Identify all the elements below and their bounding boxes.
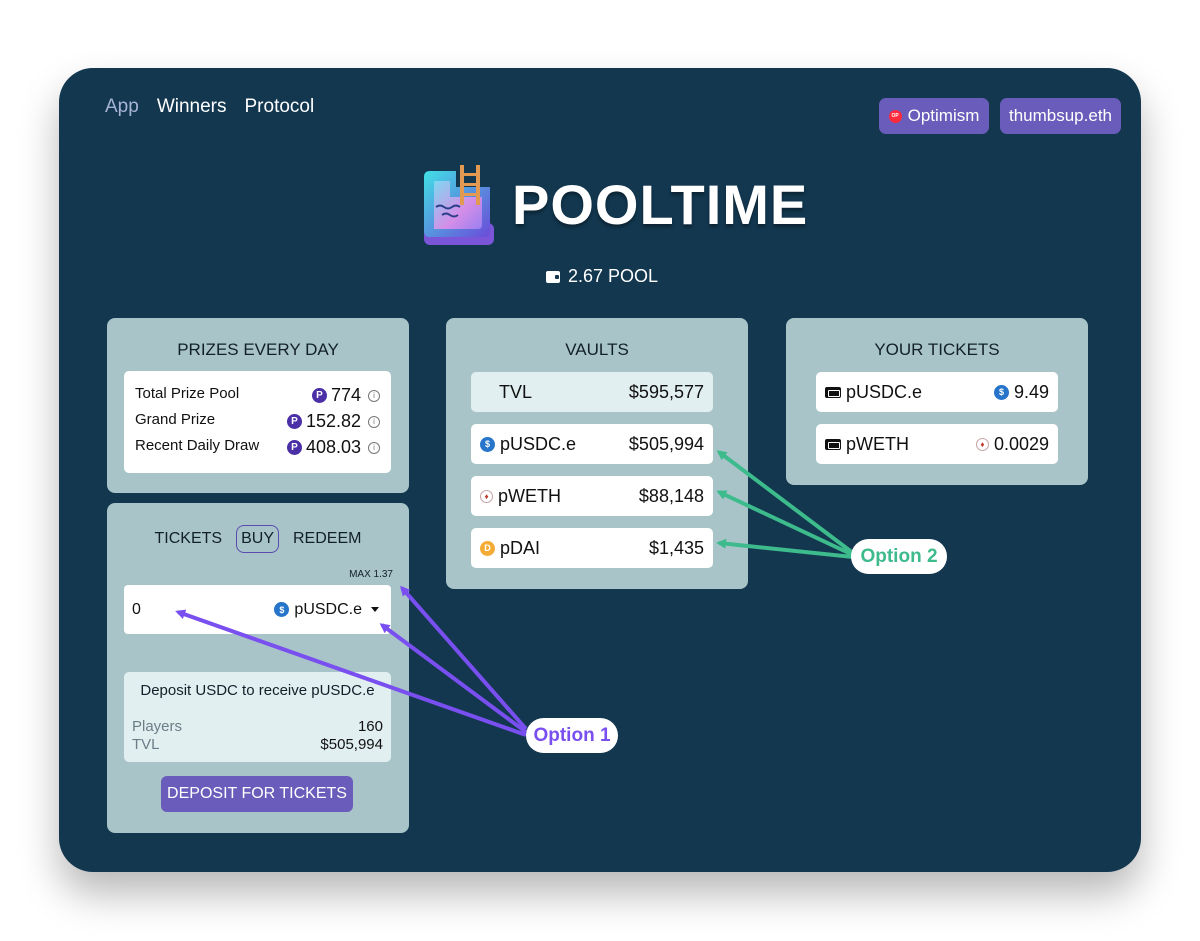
ticket-icon [825, 386, 841, 398]
amount-input[interactable]: 0 $ pUSDC.e [124, 585, 391, 634]
max-button[interactable]: MAX 1.37 [349, 569, 393, 580]
network-label: Optimism [907, 106, 980, 125]
ticket-amount: 0.0029 [993, 433, 1049, 454]
vault-value: $505,994 [628, 433, 704, 454]
tvl-value: $505,994 [320, 736, 383, 753]
vault-value: $1,435 [648, 537, 704, 558]
vault-token: pUSDC.e [500, 433, 577, 454]
ticket-tabs: TICKETS BUY REDEEM [107, 525, 409, 553]
nav-app-link[interactable]: App [105, 96, 139, 118]
players-label: Players [132, 718, 183, 735]
usdc-coin-icon: $ [993, 384, 1009, 400]
tab-redeem[interactable]: REDEEM [293, 530, 361, 548]
vault-value: $88,148 [638, 485, 704, 506]
brand-title: POOLTIME [512, 173, 809, 236]
ticket-token: pUSDC.e [846, 381, 923, 402]
prize-value: 408.03 [305, 437, 361, 457]
tab-tickets: TICKETS [154, 530, 223, 547]
your-tickets-card: YOUR TICKETS pUSDC.e $ 9.49 pWETH ♦ 0.00… [786, 318, 1088, 485]
prizes-title: PRIZES EVERY DAY [177, 340, 339, 359]
account-button[interactable]: thumbsup.eth [1000, 98, 1121, 134]
prize-row-daily: Recent Daily Draw P 408.03 i [135, 437, 380, 458]
vaults-title: VAULTS [565, 340, 629, 359]
top-nav: App Winners Protocol [105, 96, 314, 118]
buy-card: TICKETS BUY REDEEM MAX 1.37 0 $ pUSDC.e … [107, 503, 409, 833]
token-select[interactable]: $ pUSDC.e [274, 601, 379, 619]
ticket-row: pUSDC.e $ 9.49 [816, 372, 1058, 412]
account-label: thumbsup.eth [1008, 106, 1112, 125]
nav-protocol-link[interactable]: Protocol [245, 96, 315, 118]
amount-value[interactable]: 0 [132, 601, 141, 619]
prize-label: Grand Prize [135, 411, 216, 428]
prize-value: 774 [330, 385, 361, 405]
vault-row[interactable]: $ pUSDC.e $505,994 [471, 424, 713, 464]
vaults-card: VAULTS TVL $595,577 $ pUSDC.e $505,994 ♦… [446, 318, 748, 589]
prize-label: Total Prize Pool [135, 385, 240, 402]
players-value: 160 [357, 718, 383, 735]
network-button[interactable]: OP Optimism [879, 98, 989, 134]
option1-label: Option 1 [526, 718, 618, 753]
token-select-label: pUSDC.e [294, 600, 362, 618]
wallet-icon [546, 270, 560, 283]
tab-buy[interactable]: BUY [236, 525, 279, 553]
info-icon[interactable]: i [368, 441, 380, 454]
caret-down-icon [371, 607, 379, 612]
prize-value: 152.82 [305, 411, 361, 431]
deposit-button[interactable]: DEPOSIT FOR TICKETS [161, 776, 353, 812]
pooltime-logo-icon [424, 165, 494, 245]
optimism-icon: OP [888, 109, 902, 123]
vault-token: pWETH [498, 485, 561, 506]
prizes-box: Total Prize Pool P 774 i Grand Prize P 1… [124, 371, 391, 473]
pool-coin-icon: P [286, 414, 302, 429]
ticket-icon [825, 438, 841, 450]
pool-balance-value: 2.67 POOL [568, 266, 659, 286]
ticket-row: pWETH ♦ 0.0029 [816, 424, 1058, 464]
pool-coin-icon: P [286, 440, 302, 455]
pool-balance: 2.67 POOL [546, 266, 658, 287]
info-icon[interactable]: i [368, 415, 380, 428]
tvl-row: TVL $505,994 [132, 736, 383, 753]
dai-coin-icon: D [480, 540, 495, 556]
tvl-label: TVL [132, 736, 160, 753]
vault-token: pDAI [500, 537, 541, 558]
usdc-coin-icon: $ [274, 602, 290, 617]
ticket-amount: 9.49 [1013, 381, 1049, 402]
prizes-card: PRIZES EVERY DAY Total Prize Pool P 774 … [107, 318, 409, 493]
deposit-info-title: Deposit USDC to receive pUSDC.e [140, 682, 375, 699]
vault-tvl-label: TVL [499, 381, 533, 402]
prize-label: Recent Daily Draw [135, 437, 260, 454]
deposit-info-panel: Deposit USDC to receive pUSDC.e Players … [124, 672, 391, 762]
vault-row[interactable]: D pDAI $1,435 [471, 528, 713, 568]
your-tickets-title: YOUR TICKETS [874, 340, 1000, 359]
prize-row-total: Total Prize Pool P 774 i [135, 385, 380, 406]
eth-coin-icon: ♦ [975, 437, 989, 451]
usdc-coin-icon: $ [480, 436, 495, 452]
nav-winners-link[interactable]: Winners [157, 96, 227, 118]
eth-coin-icon: ♦ [480, 489, 493, 503]
pool-coin-icon: P [311, 388, 327, 403]
option2-label: Option 2 [851, 539, 947, 574]
prize-row-grand: Grand Prize P 152.82 i [135, 411, 380, 432]
info-icon[interactable]: i [368, 389, 380, 402]
ticket-token: pWETH [846, 433, 909, 454]
vault-tvl-row: TVL $595,577 [471, 372, 713, 412]
players-row: Players 160 [132, 718, 383, 735]
vault-tvl-value: $595,577 [628, 381, 704, 402]
vault-row[interactable]: ♦ pWETH $88,148 [471, 476, 713, 516]
